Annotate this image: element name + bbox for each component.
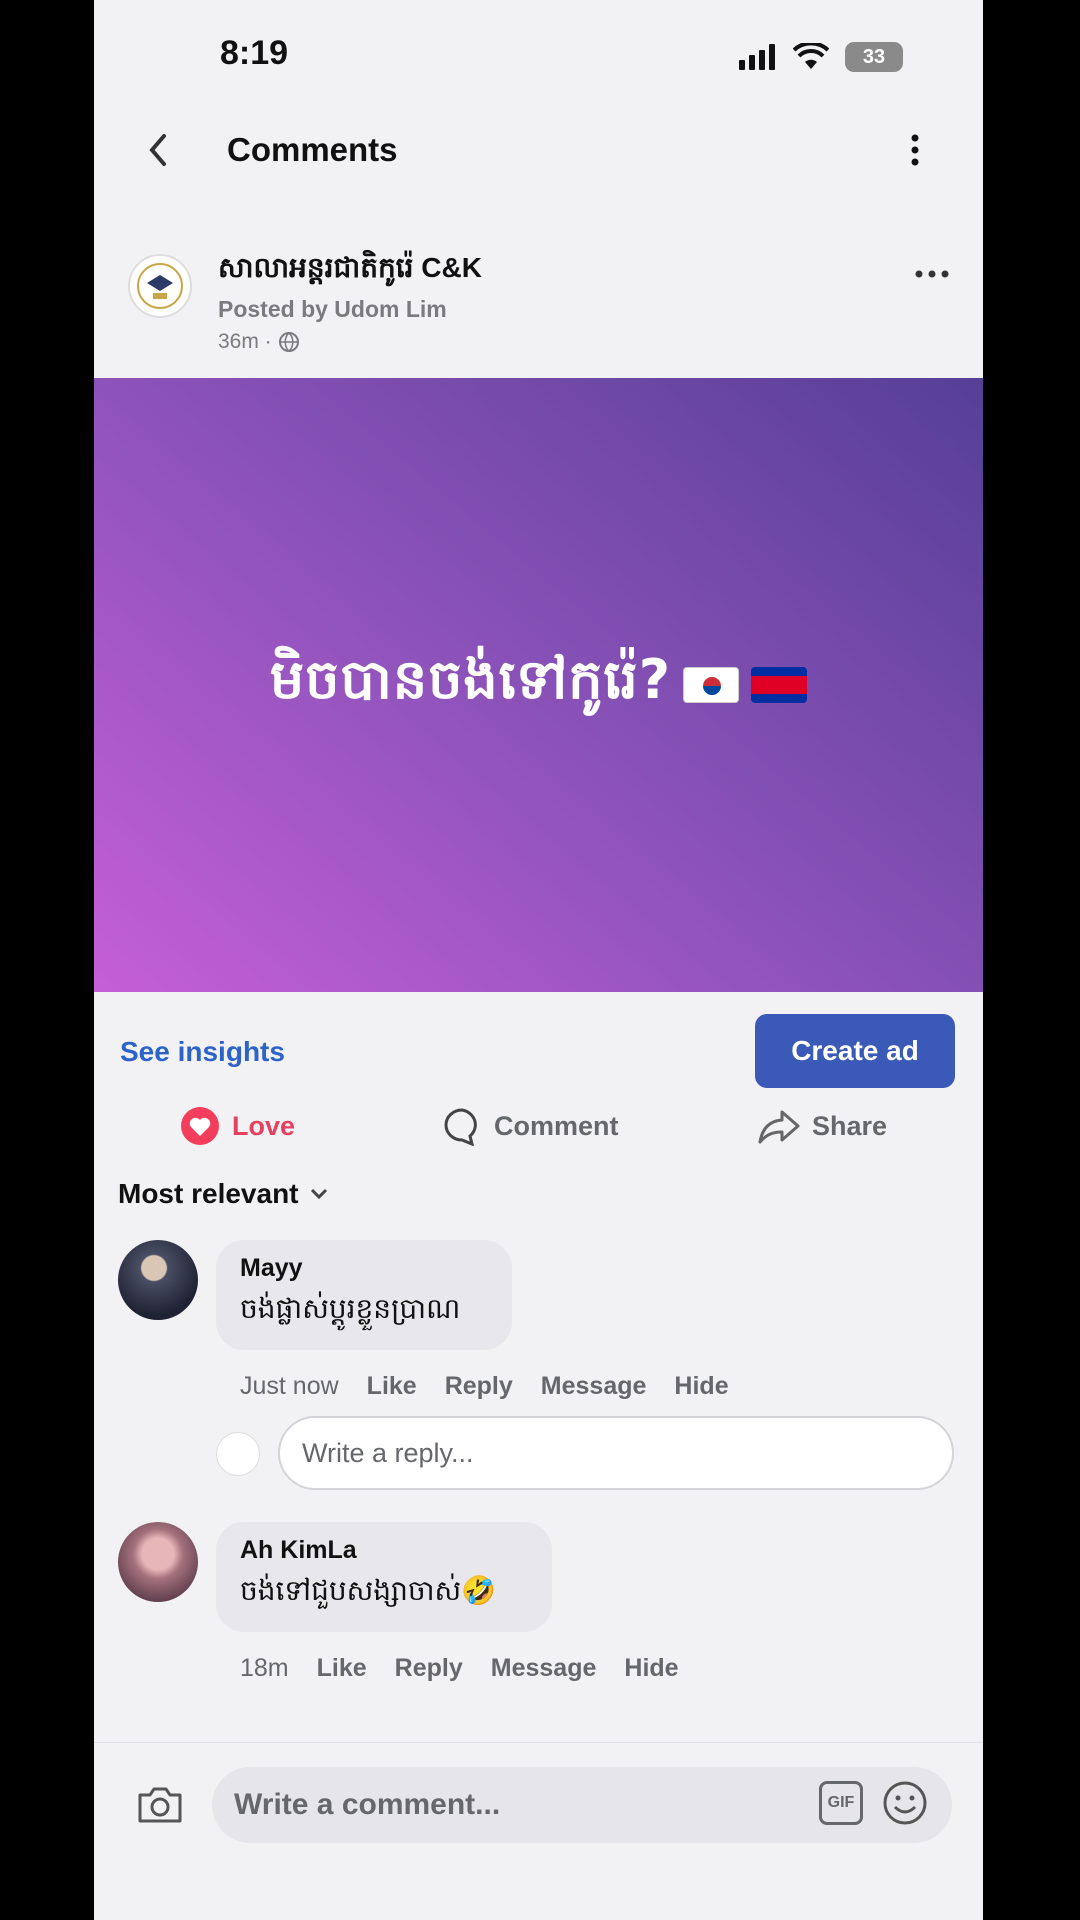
comment-bubble: Mayy ចង់ផ្លាស់ប្តូរខ្លួនប្រាណ [216, 1240, 512, 1350]
avatar[interactable] [118, 1522, 198, 1602]
battery-indicator: 33 [845, 42, 903, 72]
comment-bubble: Ah KimLa ចង់ទៅជួបសង្សាចាស់🤣 [216, 1522, 552, 1632]
post-image-text: មិចបានចង់ទៅកូរ៉េ? [269, 647, 672, 711]
sort-label: Most relevant [118, 1178, 299, 1209]
globe-icon [278, 332, 299, 352]
status-icons: 33 [739, 42, 903, 72]
status-time: 8:19 [220, 34, 289, 72]
comment-text: ចង់ផ្លាស់ប្តូរខ្លួនប្រាណ [240, 1292, 461, 1325]
comment-button[interactable]: Comment [442, 1096, 619, 1156]
share-label: Share [812, 1110, 888, 1141]
camera-button[interactable] [132, 1777, 188, 1833]
love-reaction-icon [181, 1107, 219, 1145]
chevron-down-icon [310, 1188, 327, 1200]
comment-actions: 18m Like Reply Message Hide [240, 1654, 679, 1683]
comment-time: 18m [240, 1654, 289, 1682]
gif-icon[interactable]: GIF [819, 1781, 863, 1825]
back-button[interactable] [130, 122, 186, 178]
share-button[interactable]: Share [758, 1096, 887, 1156]
reply-row: Write a reply... [94, 1416, 983, 1490]
post-image-text-row: មិចបានចង់ទៅកូរ៉េ? [269, 646, 808, 725]
comment-author[interactable]: Ah KimLa [240, 1536, 528, 1565]
reply-input[interactable]: Write a reply... [278, 1416, 954, 1490]
signal-icon [739, 44, 775, 70]
comment-item: Ah KimLa ចង់ទៅជួបសង្សាចាស់🤣 18m Like Rep… [94, 1522, 983, 1692]
status-bar: 8:19 33 [94, 0, 983, 110]
posted-by: Posted by Udom Lim [218, 296, 447, 322]
reply-button[interactable]: Reply [445, 1372, 513, 1401]
create-ad-button[interactable]: Create ad [755, 1014, 955, 1088]
camera-icon [138, 1787, 182, 1823]
post-image[interactable]: មិចបានចង់ទៅកូរ៉េ? [94, 378, 983, 992]
more-vertical-icon [911, 134, 919, 166]
cambodia-flag-icon [751, 667, 808, 703]
comment-bubble-icon [444, 1108, 477, 1146]
header: Comments [94, 110, 983, 210]
more-horizontal-icon [915, 270, 949, 278]
like-button[interactable]: Like [317, 1654, 367, 1683]
page-title: Comments [227, 131, 398, 168]
page-avatar[interactable] [128, 254, 192, 318]
comment-author[interactable]: Mayy [240, 1254, 488, 1283]
comment-composer: Write a comment... GIF [94, 1742, 983, 1920]
post-more-button[interactable] [907, 254, 957, 294]
comments-screen: 8:19 33 Comments សាលាអន្តរជាតិកូរ៉េ C&K … [94, 0, 983, 1920]
hide-button[interactable]: Hide [674, 1372, 728, 1401]
comment-text: ចង់ទៅជួបសង្សាចាស់🤣 [240, 1574, 497, 1607]
comment-time: Just now [240, 1372, 339, 1400]
page-name[interactable]: សាលាអន្តរជាតិកូរ៉េ C&K [218, 250, 482, 291]
chevron-left-icon [149, 134, 166, 166]
love-button[interactable]: Love [180, 1096, 295, 1156]
comment-label: Comment [494, 1110, 619, 1141]
more-options-button[interactable] [887, 122, 943, 178]
wifi-icon [793, 43, 829, 69]
post-admin-actions: See insights Create ad [94, 1014, 983, 1088]
reactions-row: Love Comment Share [94, 1096, 983, 1156]
message-button[interactable]: Message [541, 1372, 647, 1401]
post-time: 36m · [218, 330, 300, 354]
love-label: Love [232, 1110, 296, 1141]
comment-item: Mayy ចង់ផ្លាស់ប្តូរខ្លួនប្រាណ Just now L… [94, 1240, 983, 1410]
school-logo-icon [137, 263, 183, 309]
post-time-label: 36m · [218, 330, 272, 353]
like-button[interactable]: Like [367, 1372, 417, 1401]
share-arrow-icon [758, 1110, 800, 1144]
avatar [216, 1432, 260, 1476]
hide-button[interactable]: Hide [624, 1654, 678, 1683]
avatar[interactable] [118, 1240, 198, 1320]
south-korea-flag-icon [683, 667, 740, 703]
see-insights-link[interactable]: See insights [120, 1036, 285, 1068]
message-button[interactable]: Message [491, 1654, 597, 1683]
sort-dropdown[interactable]: Most relevant [118, 1178, 329, 1210]
emoji-icon[interactable] [881, 1779, 929, 1827]
comment-actions: Just now Like Reply Message Hide [240, 1372, 729, 1401]
reply-button[interactable]: Reply [395, 1654, 463, 1683]
post-header: សាលាអន្តរជាតិកូរ៉េ C&K Posted by Udom Li… [94, 240, 983, 370]
